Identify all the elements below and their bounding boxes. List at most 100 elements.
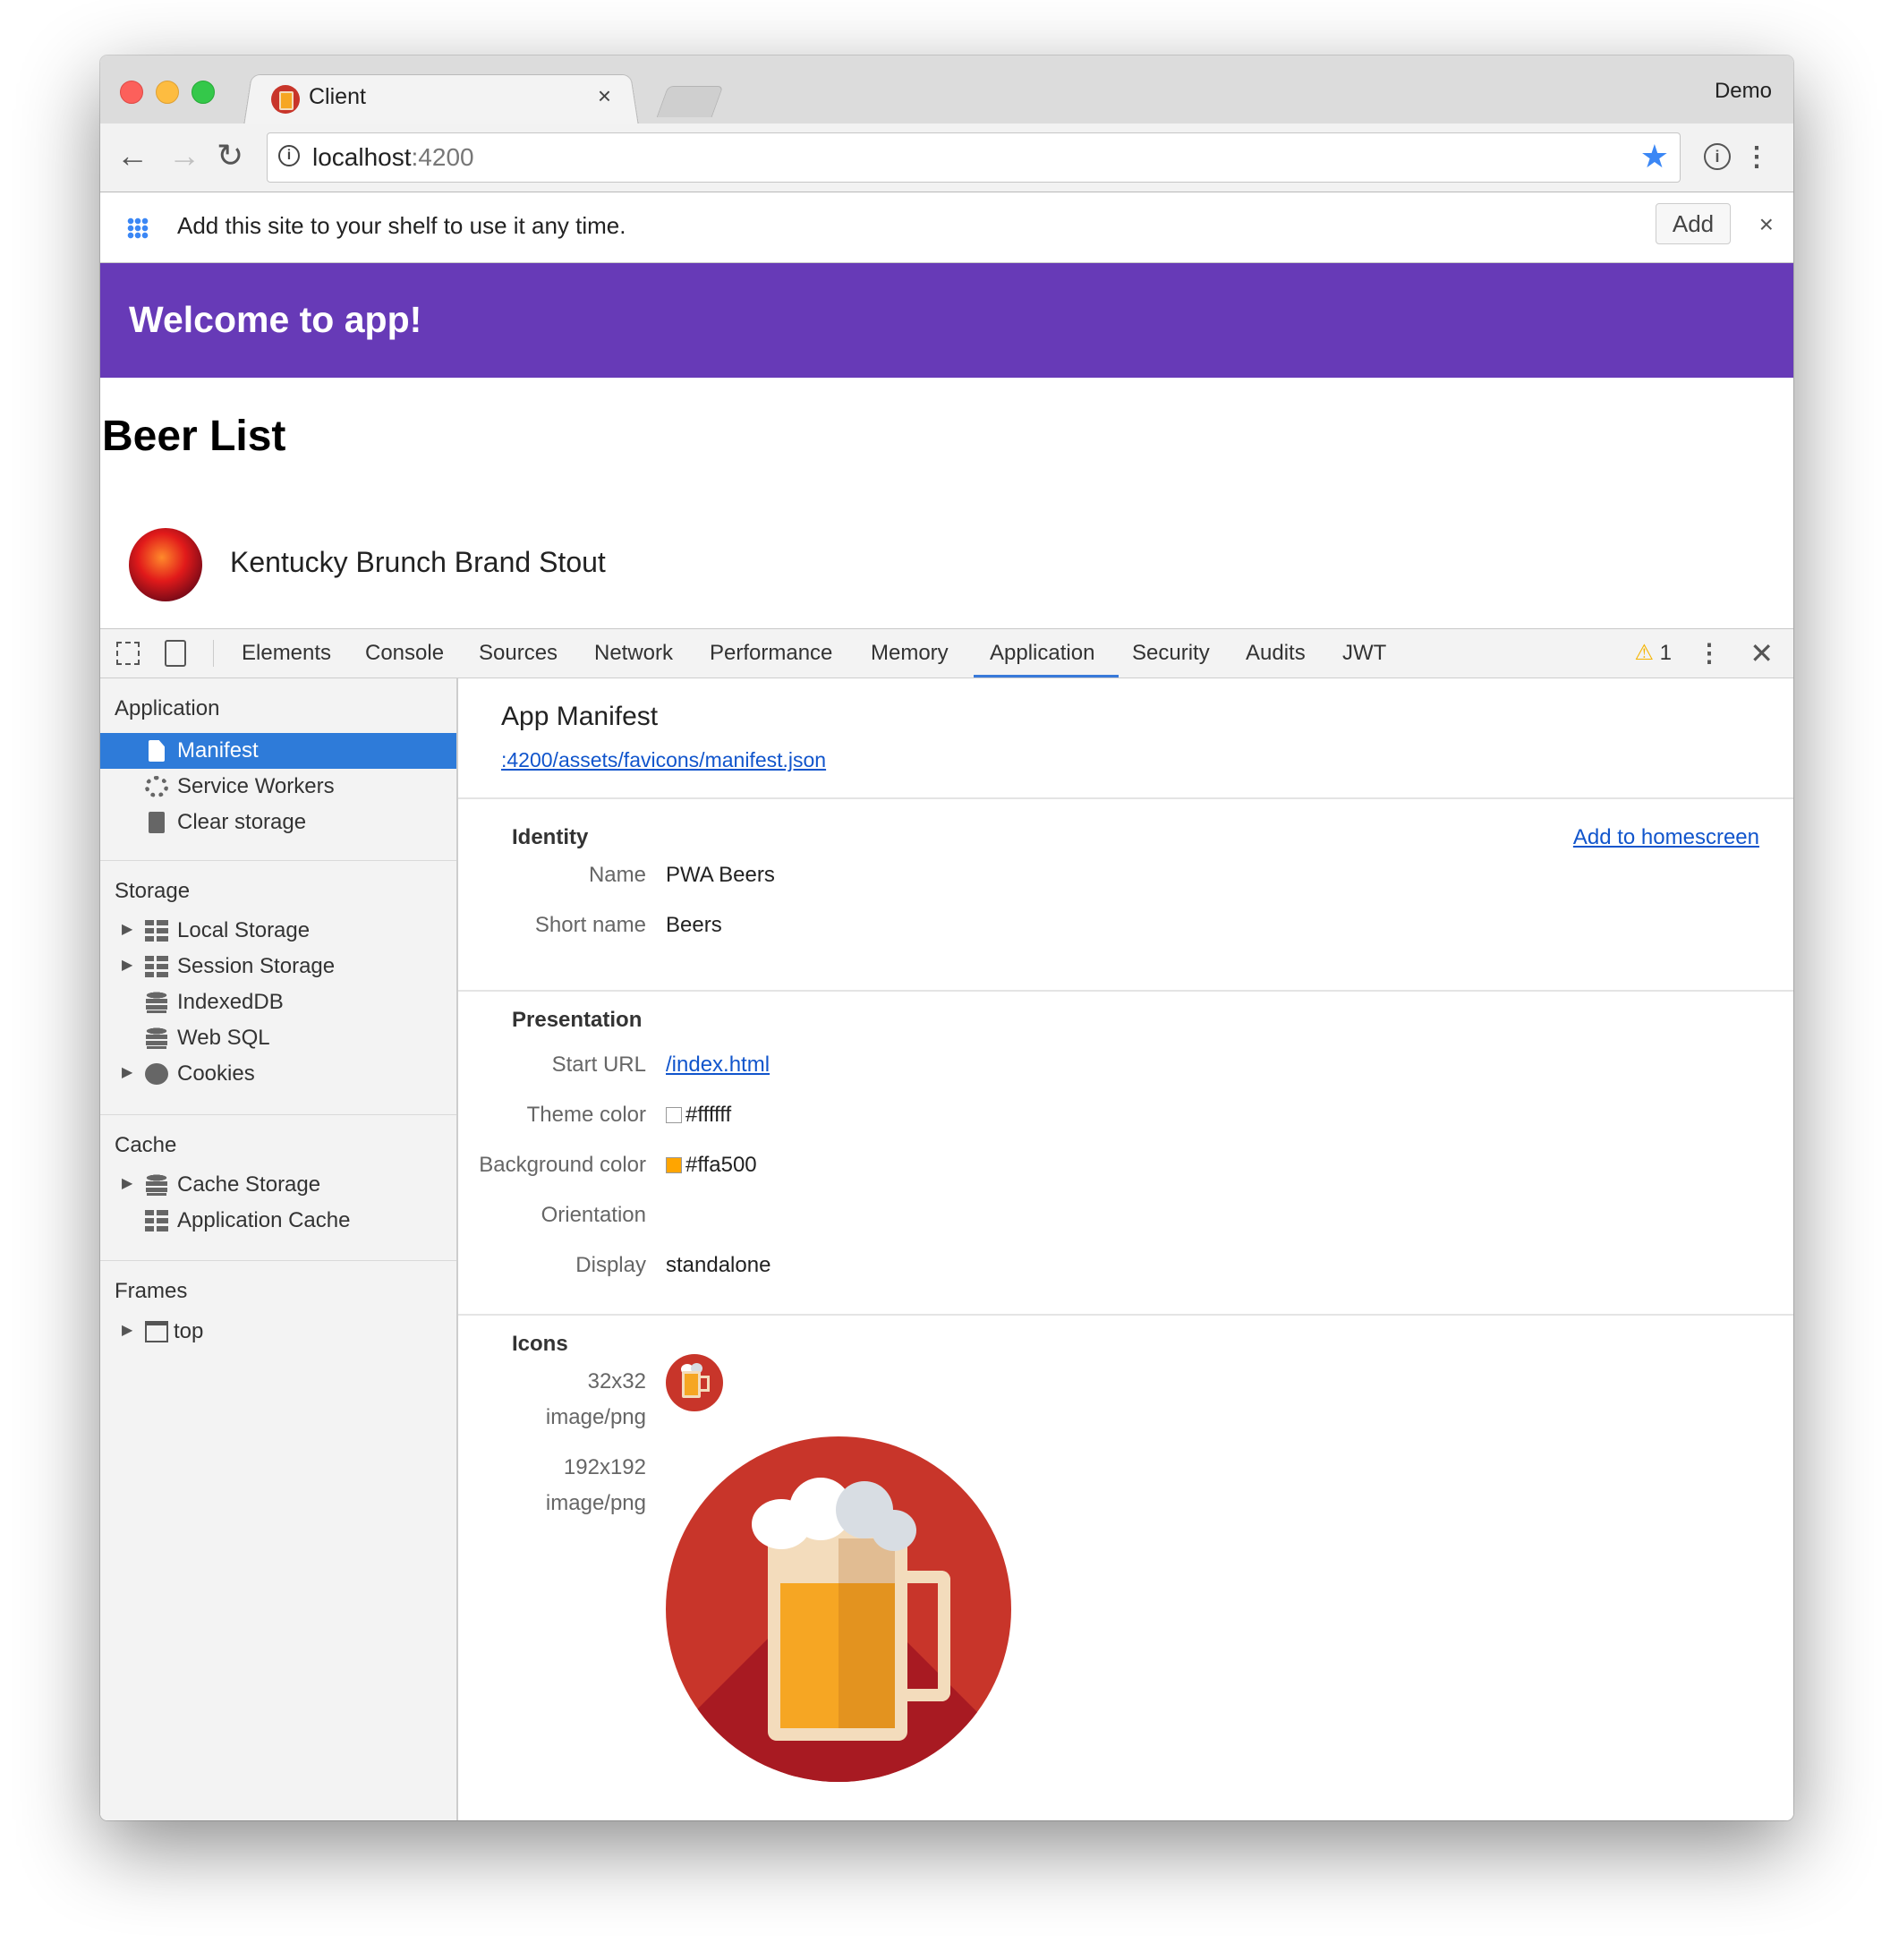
zoom-window-button[interactable]	[192, 81, 215, 104]
tab-audits[interactable]: Audits	[1246, 641, 1306, 666]
background-color-label: Background color	[479, 1153, 646, 1177]
close-window-button[interactable]	[120, 81, 143, 104]
browser-window: Client × Demo ← → ↻ i localhost:4200 ★ i…	[100, 55, 1793, 1820]
devtools-panel: Elements Console Sources Network Perform…	[100, 628, 1793, 1820]
title-bar: Client × Demo	[100, 55, 1793, 126]
expand-arrow-icon[interactable]: ▶	[122, 1321, 132, 1339]
app-header: Welcome to app!	[100, 263, 1793, 378]
short-name-value: Beers	[666, 913, 722, 937]
profile-name[interactable]: Demo	[1715, 79, 1772, 104]
device-toggle-icon[interactable]	[165, 640, 186, 667]
browser-tab[interactable]: Client ×	[257, 72, 624, 124]
section-divider	[458, 990, 1793, 992]
reload-icon[interactable]: ↻	[217, 136, 243, 175]
site-info-icon[interactable]: i	[278, 145, 300, 166]
tab-security[interactable]: Security	[1132, 641, 1210, 666]
gear-icon	[145, 776, 168, 797]
warning-icon: ⚠	[1634, 641, 1654, 665]
sidebar-item-application-cache[interactable]: Application Cache	[100, 1203, 456, 1239]
frame-icon	[145, 1321, 168, 1342]
orientation-label: Orientation	[541, 1203, 646, 1227]
cookie-icon	[145, 1063, 168, 1085]
tab-console[interactable]: Console	[365, 641, 444, 666]
icon-small-type: image/png	[545, 1405, 646, 1429]
new-tab-button[interactable]	[656, 86, 724, 117]
start-url-label: Start URL	[551, 1052, 646, 1077]
tab-jwt[interactable]: JWT	[1342, 641, 1386, 666]
beer-avatar	[129, 528, 202, 601]
toolbar-divider	[213, 640, 214, 667]
expand-arrow-icon[interactable]: ▶	[122, 956, 132, 974]
back-arrow-icon[interactable]: ←	[116, 136, 149, 175]
table-icon	[145, 920, 168, 942]
section-frames: Frames	[115, 1279, 188, 1303]
presentation-section-title: Presentation	[512, 1008, 643, 1032]
add-to-homescreen-link[interactable]: Add to homescreen	[1573, 825, 1759, 850]
devtools-menu-icon[interactable]: ⋮	[1697, 638, 1722, 668]
icon-big-type: image/png	[545, 1491, 646, 1515]
section-divider	[100, 860, 456, 861]
tab-title: Client	[309, 84, 366, 109]
tab-performance[interactable]: Performance	[710, 641, 832, 666]
tab-memory[interactable]: Memory	[871, 641, 949, 666]
infobar-message: Add this site to your shelf to use it an…	[177, 212, 626, 239]
inspect-element-icon[interactable]	[116, 642, 140, 665]
theme-color-swatch	[666, 1107, 682, 1123]
section-divider	[458, 797, 1793, 799]
forward-arrow-icon[interactable]: →	[168, 136, 200, 175]
sidebar-item-cache-storage[interactable]: ▶ Cache Storage	[100, 1167, 456, 1203]
sidebar-item-indexeddb[interactable]: IndexedDB	[100, 984, 456, 1020]
name-label: Name	[588, 863, 646, 887]
section-divider	[100, 1260, 456, 1261]
section-divider	[458, 1314, 1793, 1316]
sidebar-item-web-sql[interactable]: Web SQL	[100, 1020, 456, 1056]
url-text[interactable]: localhost:4200	[312, 143, 474, 172]
name-value: PWA Beers	[666, 863, 775, 887]
page-title: Beer List	[102, 413, 286, 460]
tab-network[interactable]: Network	[594, 641, 673, 666]
start-url-link[interactable]: /index.html	[666, 1052, 770, 1078]
tab-sources[interactable]: Sources	[479, 641, 558, 666]
sidebar-item-manifest[interactable]: Manifest	[100, 733, 456, 769]
theme-color-value: #ffffff	[666, 1103, 731, 1128]
bookmark-star-icon[interactable]: ★	[1640, 138, 1669, 175]
manifest-panel: App Manifest :4200/assets/favicons/manif…	[458, 678, 1793, 1820]
display-value: standalone	[666, 1253, 771, 1277]
infobar-add-button[interactable]: Add	[1656, 203, 1731, 244]
apps-grid-icon	[127, 217, 149, 239]
sidebar-item-top-frame[interactable]: ▶ top	[100, 1314, 456, 1350]
expand-arrow-icon[interactable]: ▶	[122, 1063, 132, 1081]
tab-close-icon[interactable]: ×	[598, 82, 611, 110]
sidebar-item-session-storage[interactable]: ▶ Session Storage	[100, 949, 456, 984]
manifest-title: App Manifest	[501, 702, 659, 731]
database-icon	[145, 1027, 168, 1049]
beer-mug-icon	[666, 1354, 723, 1411]
install-infobar: Add this site to your shelf to use it an…	[100, 192, 1793, 263]
address-bar[interactable]: i localhost:4200 ★	[267, 132, 1681, 183]
warnings-counter[interactable]: ⚠ 1	[1634, 640, 1672, 666]
section-storage: Storage	[115, 879, 191, 903]
minimize-window-button[interactable]	[156, 81, 179, 104]
table-icon	[145, 956, 168, 977]
icon-big-size: 192x192	[563, 1455, 646, 1479]
tab-elements[interactable]: Elements	[242, 641, 331, 666]
tab-application[interactable]: Application	[990, 641, 1094, 666]
list-item[interactable]: Kentucky Brunch Brand Stout	[230, 546, 606, 579]
manifest-link[interactable]: :4200/assets/favicons/manifest.json	[501, 748, 826, 772]
browser-menu-icon[interactable]: ⋮	[1743, 141, 1770, 173]
extension-icon[interactable]: i	[1704, 143, 1731, 170]
section-application: Application	[115, 696, 220, 720]
display-label: Display	[575, 1253, 646, 1277]
short-name-label: Short name	[534, 913, 646, 937]
app-title: Welcome to app!	[129, 299, 422, 340]
sidebar-item-cookies[interactable]: ▶ Cookies	[100, 1056, 456, 1092]
infobar-close-icon[interactable]: ×	[1759, 210, 1774, 239]
beer-mug-icon	[666, 1436, 1011, 1782]
sidebar-item-clear-storage[interactable]: Clear storage	[100, 805, 456, 840]
sidebar-item-service-workers[interactable]: Service Workers	[100, 769, 456, 805]
theme-color-label: Theme color	[526, 1103, 646, 1127]
sidebar-item-local-storage[interactable]: ▶ Local Storage	[100, 913, 456, 949]
devtools-close-icon[interactable]: ✕	[1750, 636, 1774, 670]
expand-arrow-icon[interactable]: ▶	[122, 1174, 132, 1192]
expand-arrow-icon[interactable]: ▶	[122, 920, 132, 938]
